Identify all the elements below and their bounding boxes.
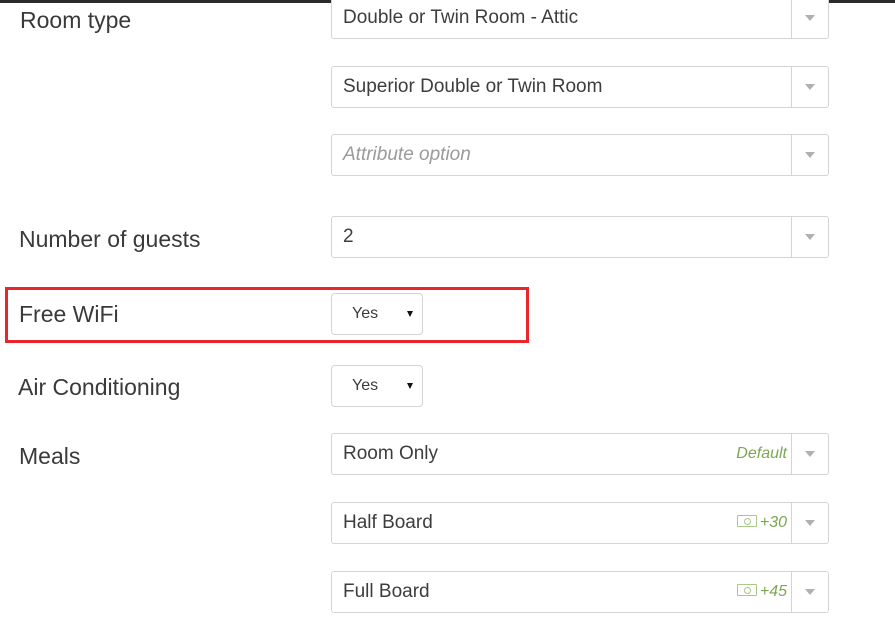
chevron-down-icon[interactable] bbox=[791, 503, 828, 543]
attribute-option-placeholder: Attribute option bbox=[343, 144, 471, 165]
caret-down-icon bbox=[407, 383, 413, 389]
air-conditioning-label: Air Conditioning bbox=[18, 374, 181, 400]
number-of-guests-value: 2 bbox=[343, 226, 354, 247]
room-type-select-1[interactable]: Double or Twin Room - Attic bbox=[331, 0, 829, 39]
meal-option-label: Room Only bbox=[343, 443, 439, 464]
price-surcharge-value: +30 bbox=[759, 514, 787, 531]
meals-label: Meals bbox=[19, 443, 81, 469]
default-badge: Default bbox=[736, 445, 787, 462]
number-of-guests-label: Number of guests bbox=[19, 226, 201, 252]
price-surcharge: +30 bbox=[736, 503, 787, 543]
free-wifi-select[interactable]: Yes bbox=[331, 293, 423, 335]
chevron-down-icon[interactable] bbox=[791, 135, 828, 175]
attribute-option-select[interactable]: Attribute option bbox=[331, 134, 829, 176]
air-conditioning-select[interactable]: Yes bbox=[331, 365, 423, 407]
air-conditioning-value: Yes bbox=[352, 377, 379, 394]
free-wifi-value: Yes bbox=[352, 305, 379, 322]
room-type-select-2[interactable]: Superior Double or Twin Room bbox=[331, 66, 829, 108]
meals-select-half-board[interactable]: Half Board +30 bbox=[331, 502, 829, 544]
chevron-down-icon[interactable] bbox=[791, 572, 828, 612]
money-icon bbox=[736, 584, 757, 597]
chevron-down-icon[interactable] bbox=[791, 217, 828, 257]
caret-down-icon bbox=[407, 311, 413, 317]
room-type-select-2-value: Superior Double or Twin Room bbox=[343, 76, 603, 97]
price-surcharge: +45 bbox=[736, 572, 787, 612]
price-surcharge-value: +45 bbox=[759, 583, 787, 600]
free-wifi-label: Free WiFi bbox=[19, 301, 119, 327]
room-type-select-1-value: Double or Twin Room - Attic bbox=[343, 7, 579, 28]
chevron-down-icon[interactable] bbox=[791, 67, 828, 107]
money-icon bbox=[736, 515, 757, 528]
chevron-down-icon[interactable] bbox=[791, 434, 828, 474]
number-of-guests-select[interactable]: 2 bbox=[331, 216, 829, 258]
meals-select-room-only[interactable]: Room Only Default bbox=[331, 433, 829, 475]
meals-select-full-board[interactable]: Full Board +45 bbox=[331, 571, 829, 613]
room-type-label: Room type bbox=[20, 7, 132, 33]
chevron-down-icon[interactable] bbox=[791, 0, 828, 38]
meal-option-label: Half Board bbox=[343, 512, 433, 533]
meal-option-label: Full Board bbox=[343, 581, 430, 602]
